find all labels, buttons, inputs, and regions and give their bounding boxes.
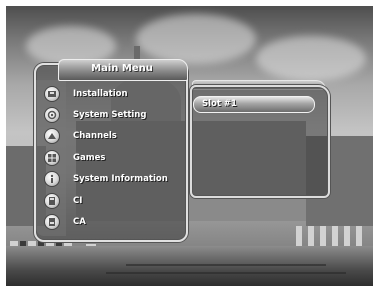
menu-item-label: Installation xyxy=(73,89,128,99)
menu-item-installation[interactable]: Installation xyxy=(40,85,180,105)
menu-item-system-information[interactable]: System Information xyxy=(40,170,180,190)
menu-item-label: CI xyxy=(73,196,83,206)
menu-item-label: System Setting xyxy=(73,110,147,120)
system-information-icon xyxy=(44,171,60,187)
menu-item-label: Channels xyxy=(73,131,117,141)
menu-item-games[interactable]: Games xyxy=(40,149,180,169)
games-icon xyxy=(44,150,60,166)
channels-icon xyxy=(44,128,60,144)
square-ground xyxy=(6,246,373,286)
menu-item-system-setting[interactable]: System Setting xyxy=(40,106,180,126)
cloud xyxy=(136,14,256,64)
cloud xyxy=(256,36,366,81)
ground-stripe xyxy=(126,264,326,266)
ground-stripe xyxy=(106,272,346,274)
installation-icon xyxy=(44,86,60,102)
ci-icon xyxy=(44,193,60,209)
menu-item-ci[interactable]: CI xyxy=(40,192,180,212)
menu-item-label: Games xyxy=(73,153,106,163)
menu-item-channels[interactable]: Channels xyxy=(40,127,180,147)
main-menu-title: Main Menu xyxy=(91,63,153,74)
system-setting-icon xyxy=(44,107,60,123)
sub-menu-item-slot-1[interactable]: Slot #1 xyxy=(193,96,315,113)
menu-item-ca[interactable]: CA xyxy=(40,213,180,233)
menu-item-label: CA xyxy=(73,217,86,227)
menu-item-label: System Information xyxy=(73,174,168,184)
sub-menu-item-label: Slot #1 xyxy=(202,99,237,109)
ca-icon xyxy=(44,214,60,230)
